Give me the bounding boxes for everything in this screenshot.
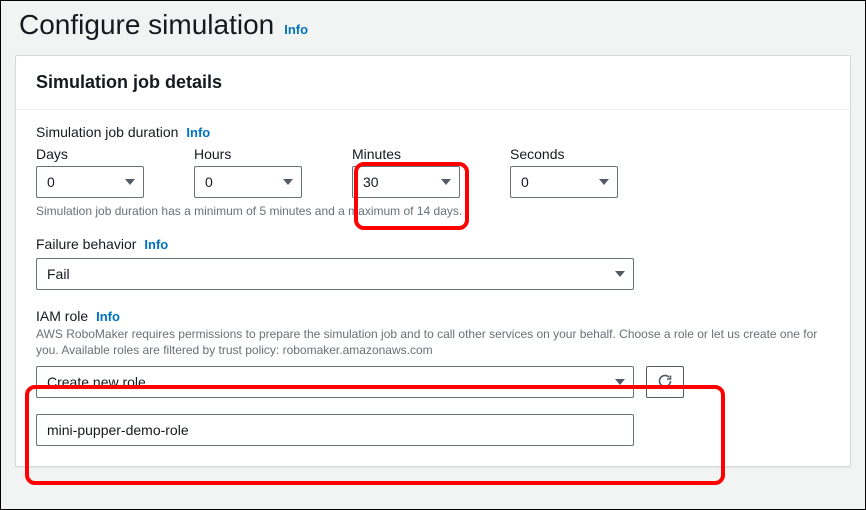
page-header: Configure simulation Info (1, 1, 865, 55)
duration-hint: Simulation job duration has a minimum of… (36, 204, 830, 218)
panel-title: Simulation job details (36, 72, 222, 92)
failure-label-row: Failure behavior Info (36, 236, 830, 252)
failure-value: Fail (47, 266, 70, 282)
refresh-icon (657, 373, 673, 392)
iam-role-select-value: Create new role (47, 374, 146, 390)
page-title: Configure simulation (19, 9, 274, 41)
failure-select[interactable]: Fail (36, 258, 634, 290)
failure-info-link[interactable]: Info (144, 237, 168, 252)
seconds-label: Seconds (510, 146, 640, 162)
page-info-link[interactable]: Info (284, 22, 308, 37)
simulation-details-panel: Simulation job details Simulation job du… (15, 55, 851, 467)
chevron-down-icon (283, 179, 293, 185)
hours-value: 0 (205, 174, 213, 190)
chevron-down-icon (615, 379, 625, 385)
days-select[interactable]: 0 (36, 166, 144, 198)
duration-info-link[interactable]: Info (186, 125, 210, 140)
duration-label: Simulation job duration (36, 124, 178, 140)
chevron-down-icon (441, 179, 451, 185)
iam-role-select[interactable]: Create new role (36, 366, 634, 398)
hours-select[interactable]: 0 (194, 166, 302, 198)
iam-description: AWS RoboMaker requires permissions to pr… (36, 326, 830, 358)
chevron-down-icon (615, 271, 625, 277)
iam-info-link[interactable]: Info (96, 309, 120, 324)
seconds-value: 0 (521, 174, 529, 190)
days-label: Days (36, 146, 166, 162)
chevron-down-icon (125, 179, 135, 185)
minutes-label: Minutes (352, 146, 482, 162)
failure-label: Failure behavior (36, 236, 136, 252)
duration-row: Days 0 Hours 0 Minutes 30 (36, 146, 830, 198)
iam-role-name-input[interactable]: mini-pupper-demo-role (36, 414, 634, 446)
refresh-button[interactable] (646, 366, 684, 398)
panel-header: Simulation job details (16, 56, 850, 110)
hours-label: Hours (194, 146, 324, 162)
days-value: 0 (47, 174, 55, 190)
iam-label: IAM role (36, 308, 88, 324)
chevron-down-icon (599, 179, 609, 185)
minutes-select[interactable]: 30 (352, 166, 460, 198)
duration-label-row: Simulation job duration Info (36, 124, 830, 140)
iam-role-name-value: mini-pupper-demo-role (47, 422, 189, 438)
minutes-value: 30 (363, 174, 379, 190)
seconds-select[interactable]: 0 (510, 166, 618, 198)
iam-label-row: IAM role Info (36, 308, 830, 324)
